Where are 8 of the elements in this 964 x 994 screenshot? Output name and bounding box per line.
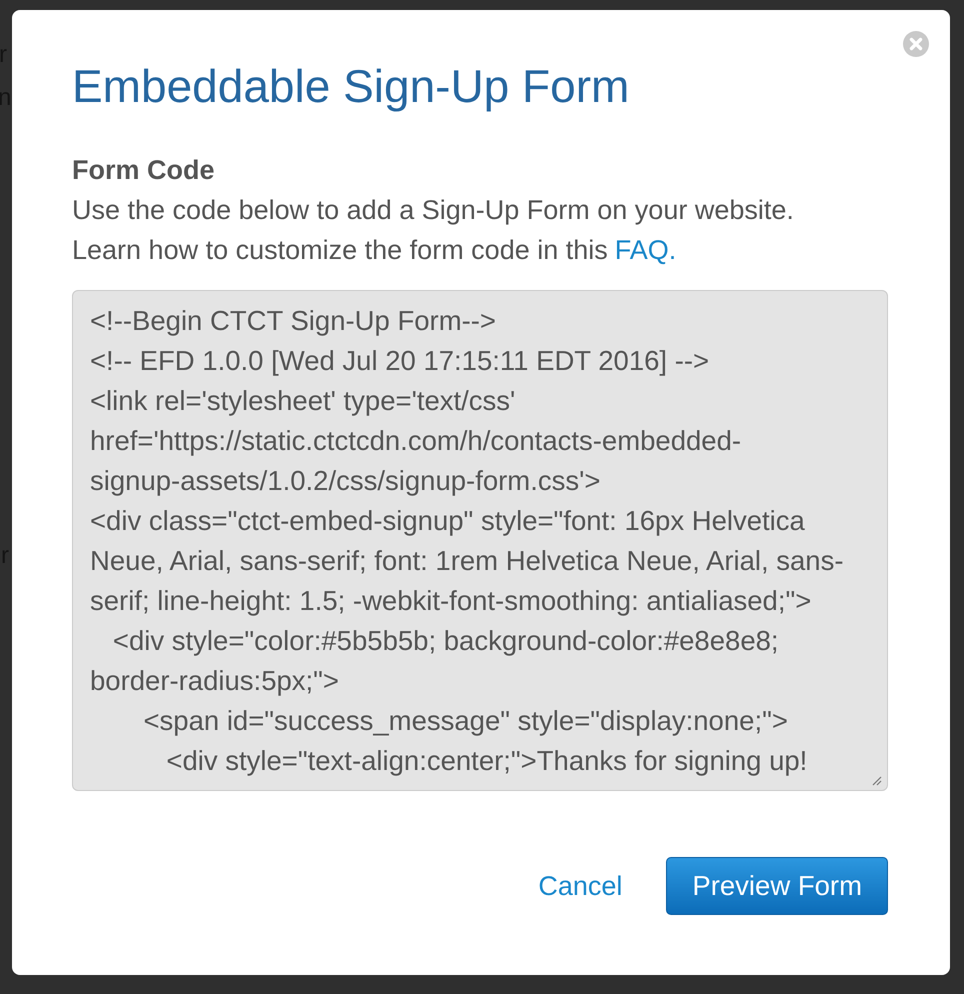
cancel-link[interactable]: Cancel (538, 870, 622, 902)
code-textarea[interactable]: <!--Begin CTCT Sign-Up Form--> <!-- EFD 1.0.0 [Wed Jul 20 17:15:11 EDT 2016] --> <link rel='stylesheet' type='text/css' href='https://static.ctctcdn.com/h/contacts-embedded- signup-assets/1.0.2/css/signup-form.css'> <div class="ctct-embed-signup" style="font: 16px Helvetica Neue, Arial, sans-serif; font: 1rem Helvetica Neue, Arial, sans- serif; line-height: 1.5; -webkit-font-smoothing: antialiased;"> <div style="color:#5b5b5b; background-color:#e8e8e8; border-radius:5px;"> <span id="success_message" style="display:none;"> <div style="text-align:center;">Thanks for signing up! (72, 290, 888, 791)
instructions-text: Use the code below to add a Sign-Up Form on your website. Learn how to customize the form code in this FAQ. (72, 194, 794, 267)
section-heading: Form Code (72, 154, 215, 187)
preview-form-button[interactable]: Preview Form (666, 857, 888, 915)
faq-link[interactable]: FAQ. (614, 235, 676, 265)
dialog-title: Embeddable Sign-Up Form (72, 60, 630, 112)
resize-grip-icon[interactable] (872, 776, 882, 786)
